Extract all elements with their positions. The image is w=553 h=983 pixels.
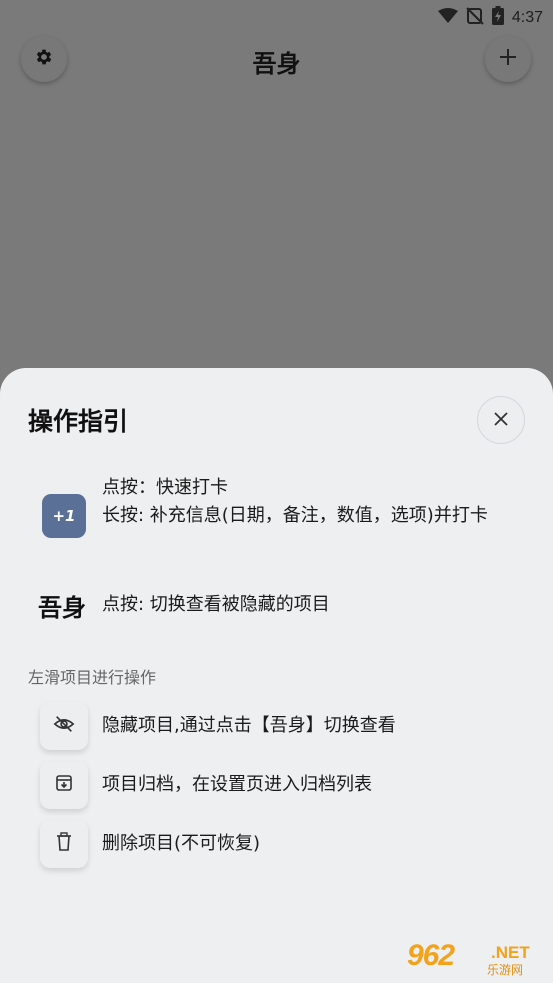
- no-signal-icon: [466, 6, 484, 29]
- archive-action-label: 项目归档，在设置页进入归档列表: [102, 774, 372, 795]
- wifi-icon: [437, 7, 458, 28]
- guide-bottom-sheet: 操作指引 +1 点按：快速打卡 长按: 补充信息(日期，备注，数值，选项)并打卡…: [0, 368, 553, 983]
- watermark-suffix: .NET: [491, 943, 530, 962]
- archive-icon: [54, 773, 74, 797]
- long-press-line: 长按: 补充信息(日期，备注，数值，选项)并打卡: [102, 505, 488, 526]
- close-button[interactable]: [477, 396, 525, 444]
- hide-action-tile: [40, 702, 88, 750]
- status-time: 4:37: [511, 8, 543, 26]
- close-icon: [494, 411, 508, 430]
- status-icons: 4:37: [437, 6, 543, 29]
- sheet-title: 操作指引: [28, 407, 129, 436]
- battery-charging-icon: [491, 6, 504, 29]
- app-title: 吾身: [252, 50, 301, 78]
- app-bar: 吾身: [0, 32, 553, 88]
- swipe-section-label: 左滑项目进行操作: [28, 668, 157, 687]
- delete-action-tile: [40, 820, 88, 868]
- tap-instructions: 点按：快速打卡 长按: 补充信息(日期，备注，数值，选项)并打卡: [102, 474, 522, 530]
- archive-action-tile: [40, 761, 88, 809]
- add-button[interactable]: [485, 36, 531, 82]
- status-bar: 4:37: [0, 0, 553, 32]
- brand-tap-line: 点按: 切换查看被隐藏的项目: [102, 594, 330, 615]
- hide-action-label: 隐藏项目,通过点击【吾身】切换查看: [102, 715, 396, 736]
- watermark-number: 962: [407, 939, 455, 972]
- plus-icon: [499, 48, 517, 70]
- site-watermark: 962 .NET 乐游网: [407, 939, 547, 977]
- trash-icon: [55, 832, 73, 856]
- plus-one-icon: +1: [42, 494, 86, 538]
- brand-mark: 吾身: [38, 594, 86, 622]
- watermark-subtitle: 乐游网: [487, 963, 524, 977]
- tap-line: 点按：快速打卡: [102, 477, 228, 498]
- delete-action-label: 删除项目(不可恢复): [102, 833, 261, 854]
- eye-off-icon: [53, 713, 75, 739]
